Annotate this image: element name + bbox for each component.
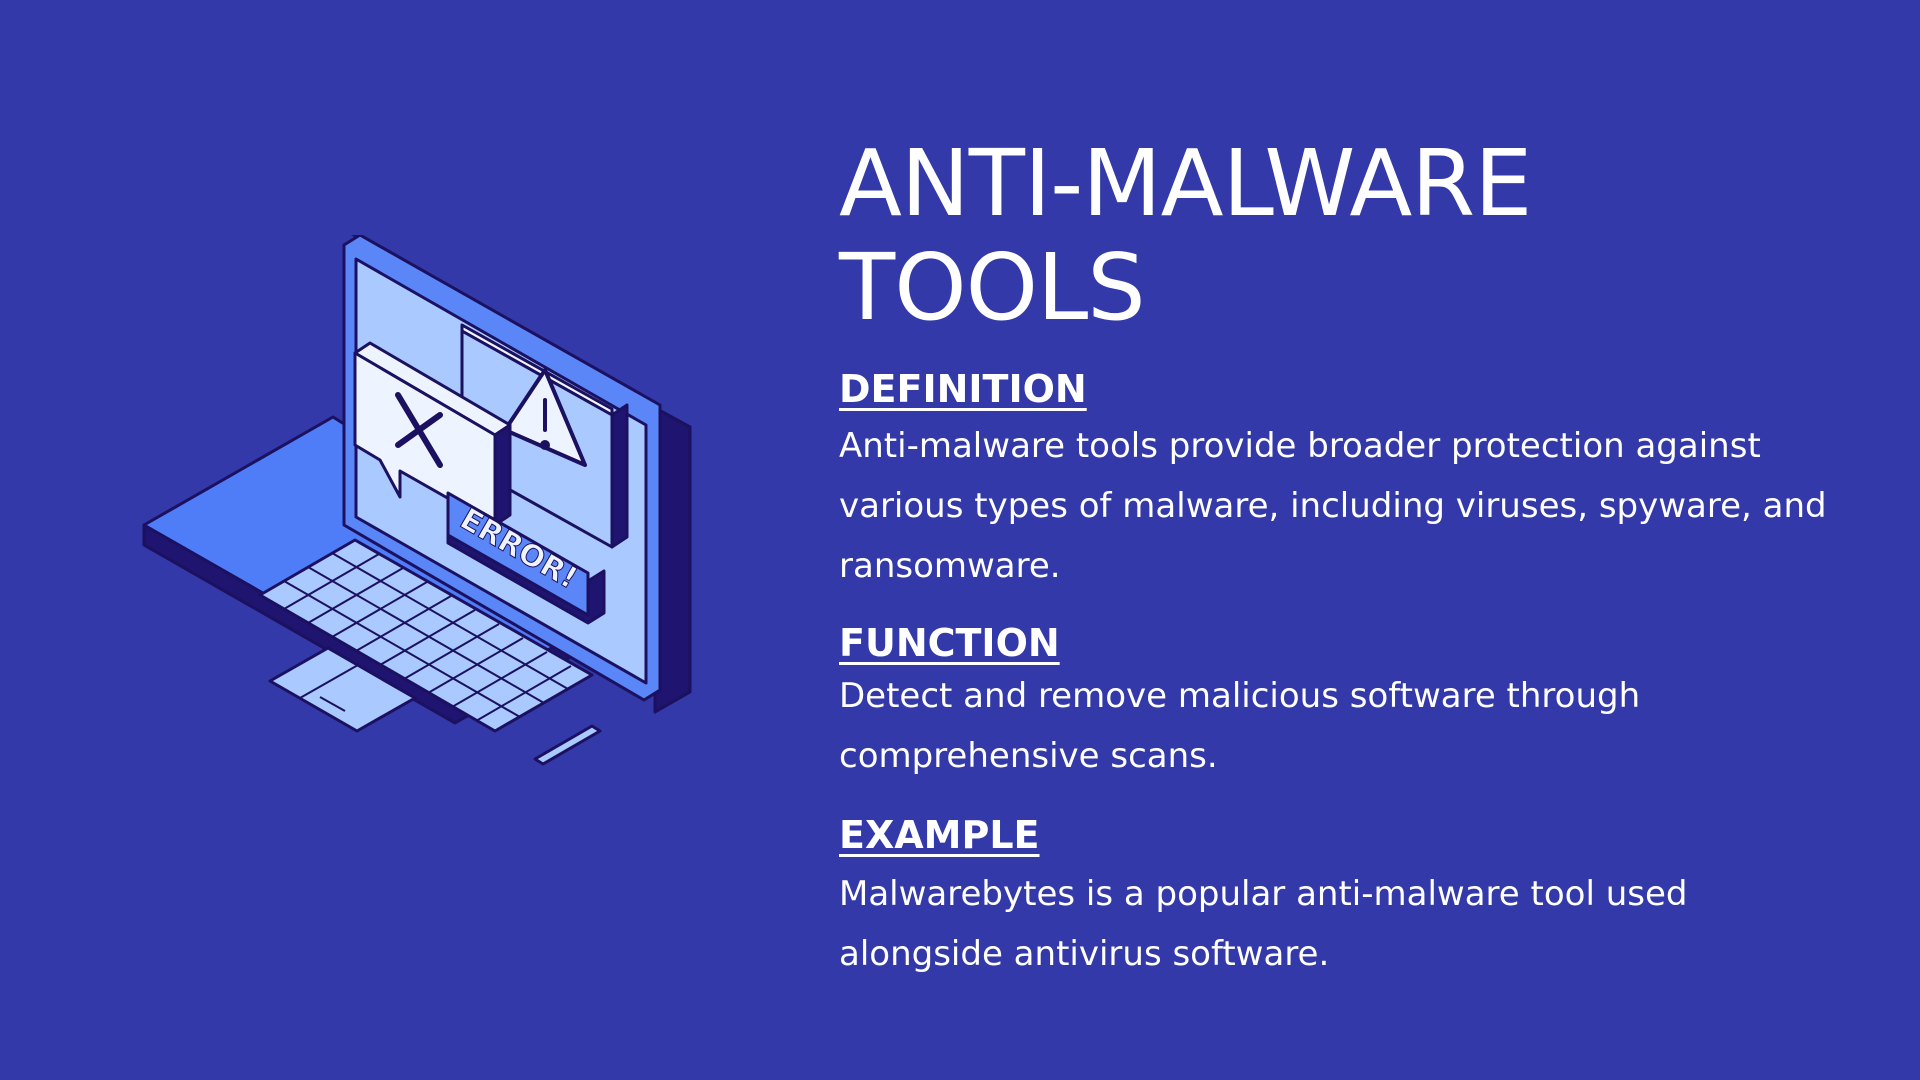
function-section: FUNCTION Detect and remove malicious sof… xyxy=(839,620,1839,786)
slide-title: ANTI-MALWARE TOOLS xyxy=(839,132,1839,340)
example-text: Malwarebytes is a popular anti-malware t… xyxy=(839,874,1688,974)
function-text: Detect and remove malicious software thr… xyxy=(839,676,1641,776)
definition-section: DEFINITION Anti-malware tools provide br… xyxy=(839,366,1839,596)
example-heading: EXAMPLE xyxy=(839,813,1040,857)
title-line-1: ANTI-MALWARE xyxy=(839,130,1532,237)
function-heading: FUNCTION xyxy=(839,621,1060,665)
slide-content: ANTI-MALWARE TOOLS DEFINITION Anti-malwa… xyxy=(839,132,1839,984)
laptop-error-illustration: ERROR! xyxy=(142,235,692,766)
title-line-2: TOOLS xyxy=(839,234,1146,341)
example-section: EXAMPLE Malwarebytes is a popular anti-m… xyxy=(839,812,1839,984)
definition-heading: DEFINITION xyxy=(839,367,1087,411)
definition-text: Anti-malware tools provide broader prote… xyxy=(839,426,1827,586)
